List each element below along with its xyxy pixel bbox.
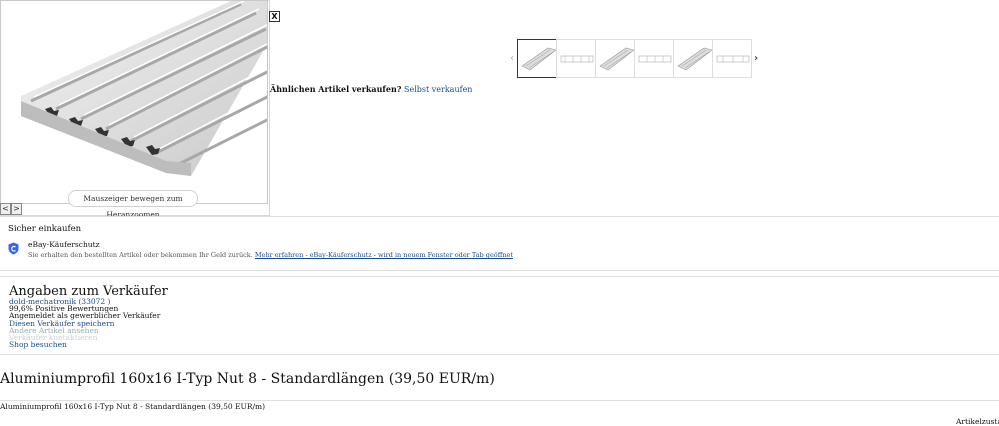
buyer-protection-text: Sie erhalten den bestellten Artikel oder…	[28, 251, 513, 259]
shield-icon	[8, 242, 19, 255]
thumbnail[interactable]	[712, 38, 752, 78]
sell-yourself-link[interactable]: Selbst verkaufen	[404, 85, 472, 94]
thumb-prev-icon[interactable]: ‹	[507, 53, 517, 64]
thumbnail[interactable]	[595, 38, 635, 78]
visit-shop-link[interactable]: Shop besuchen	[9, 341, 67, 349]
divider	[0, 270, 999, 271]
item-subtitle: Aluminiumprofil 160x16 I-Typ Nut 8 - Sta…	[0, 402, 266, 411]
sell-similar-question: Ähnlichen Artikel verkaufen?	[270, 84, 402, 94]
buyer-protection-description: Sie erhalten den bestellten Artikel oder…	[28, 251, 253, 259]
thumbnail[interactable]	[556, 38, 596, 78]
thumbnail-strip: ‹ ›	[507, 38, 761, 78]
zoom-hint: Mauszeiger bewegen zum Heranzoomen	[68, 190, 198, 219]
next-image-button[interactable]: >	[11, 203, 22, 215]
sell-similar: Ähnlichen Artikel verkaufen? Selbst verk…	[270, 84, 472, 94]
prev-image-button[interactable]: <	[0, 203, 11, 215]
thumbnail[interactable]	[634, 38, 674, 78]
item-condition-label: Artikelzustand	[956, 417, 999, 426]
divider	[0, 276, 999, 277]
divider	[0, 354, 999, 355]
safe-shopping-heading: Sicher einkaufen	[8, 224, 82, 234]
aluminium-profile-image	[21, 1, 267, 176]
thumbnail[interactable]	[673, 38, 713, 78]
buyer-protection-title: eBay-Käuferschutz	[28, 240, 100, 249]
thumb-next-icon[interactable]: ›	[751, 53, 761, 64]
item-title: Aluminiumprofil 160x16 I-Typ Nut 8 - Sta…	[0, 371, 495, 387]
divider	[0, 400, 999, 401]
divider	[0, 216, 999, 217]
buyer-protection-link[interactable]: Mehr erfahren - eBay-Käuferschutz - wird…	[255, 251, 513, 259]
main-product-image[interactable]	[0, 0, 268, 204]
close-button[interactable]: X	[269, 11, 280, 22]
thumbnail[interactable]	[517, 38, 557, 78]
